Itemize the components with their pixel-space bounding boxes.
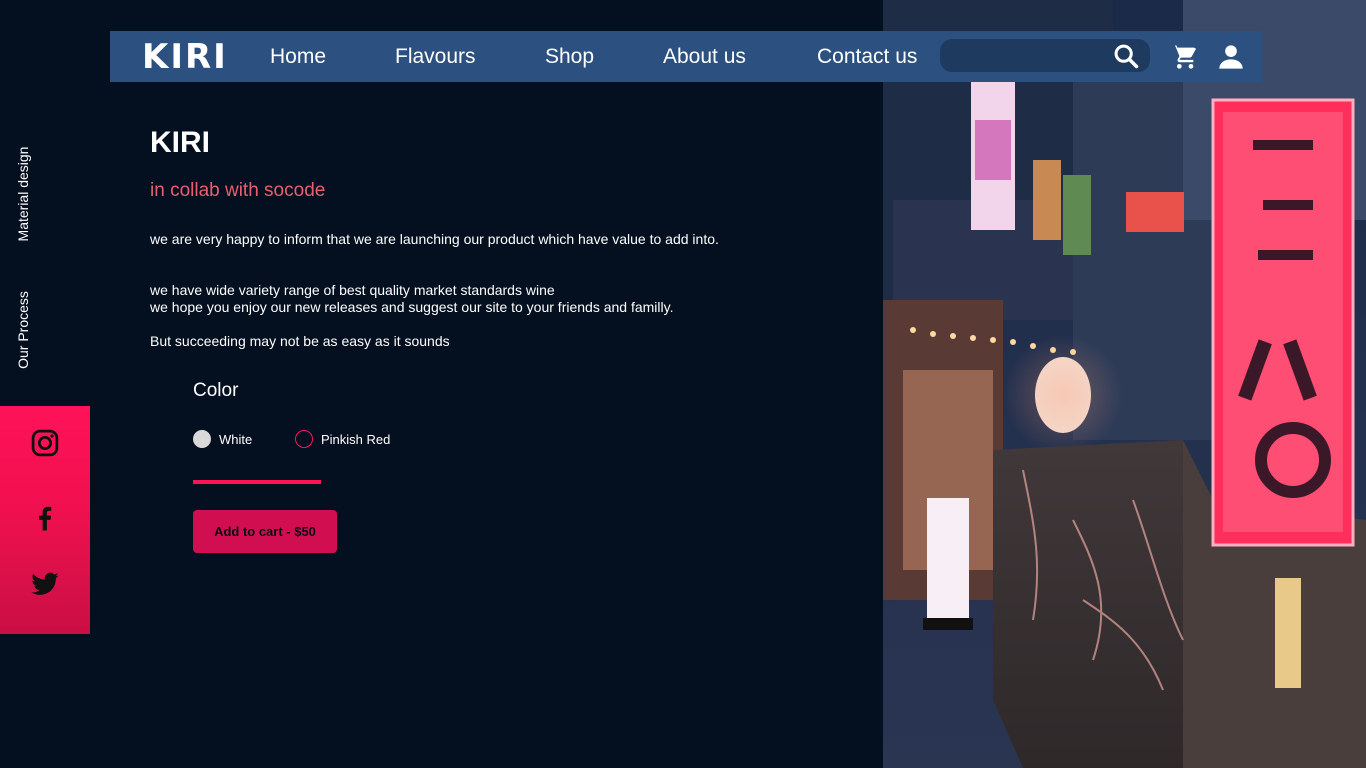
brand-logo[interactable]: KIRI [142, 37, 228, 77]
twitter-icon[interactable] [30, 569, 60, 599]
nav-contact-link[interactable]: Contact us [817, 45, 917, 69]
color-heading: Color [193, 380, 239, 401]
add-to-cart-button[interactable]: Add to cart - $50 [193, 510, 337, 553]
color-option-label: White [219, 431, 253, 447]
nav-shop-link[interactable]: Shop [545, 45, 594, 69]
user-icon[interactable] [1217, 43, 1245, 71]
alley-illustration [883, 0, 1366, 768]
product-subtitle: in collab with socode [150, 180, 326, 201]
product-description-2: we have wide variety range of best quali… [150, 282, 674, 315]
hero-photo [883, 0, 1366, 768]
search-icon[interactable] [1112, 42, 1140, 70]
white-swatch[interactable] [193, 430, 211, 448]
accent-divider [193, 480, 321, 484]
product-description-3: But succeeding may not be as easy as it … [150, 333, 450, 349]
color-option-white[interactable]: White [193, 429, 252, 449]
facebook-icon[interactable] [30, 503, 60, 533]
nav-flavours-link[interactable]: Flavours [395, 45, 476, 69]
side-link-label: Our Process [15, 291, 31, 369]
color-option-pinkish-red[interactable]: Pinkish Red [295, 429, 390, 449]
social-panel [0, 406, 90, 634]
pinkish-red-swatch[interactable] [295, 430, 313, 448]
side-link-label: Material design [15, 146, 31, 242]
product-description-1: we are very happy to inform that we are … [150, 231, 719, 247]
nav-about-link[interactable]: About us [663, 45, 746, 69]
color-option-label: Pinkish Red [321, 431, 391, 447]
instagram-icon[interactable] [30, 428, 60, 458]
nav-home-link[interactable]: Home [270, 45, 326, 69]
top-navbar: KIRI Home Flavours Shop About us Contact… [110, 31, 1262, 82]
cart-icon[interactable] [1170, 43, 1198, 71]
product-title: KIRI [150, 126, 210, 159]
